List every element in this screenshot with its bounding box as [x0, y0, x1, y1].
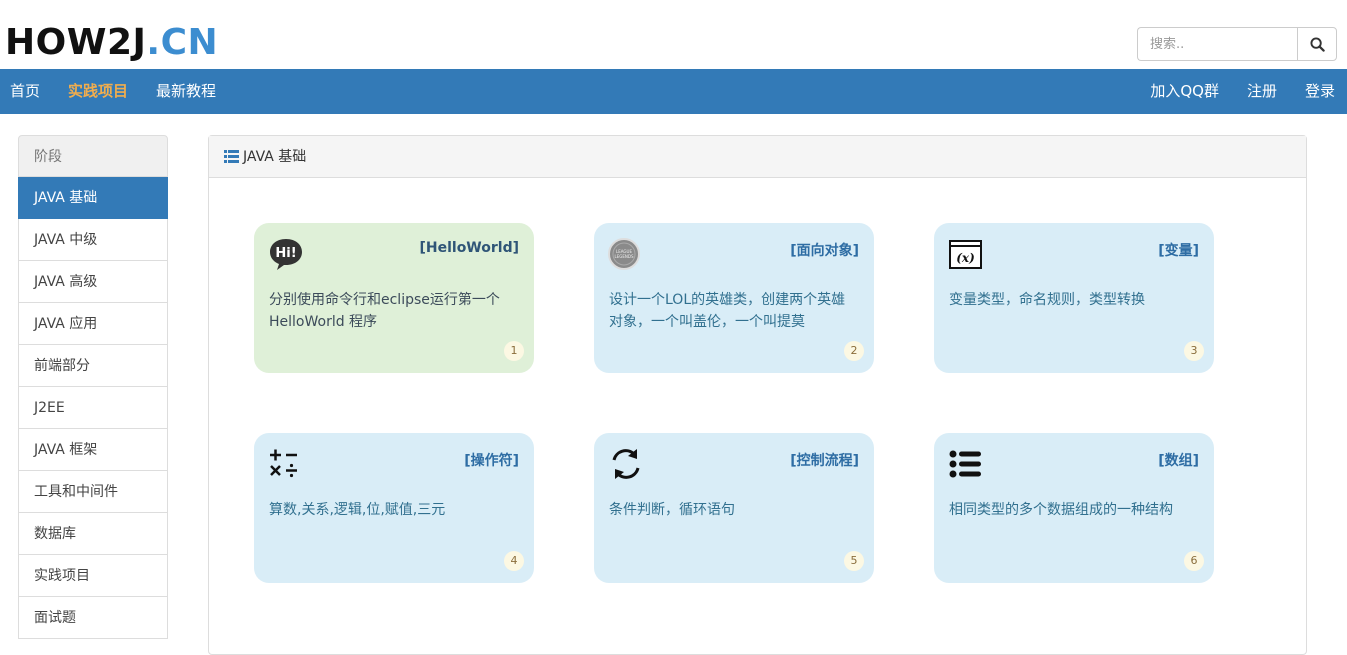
math-operators-icon — [270, 449, 297, 478]
card-description: 变量类型，命名规则，类型转换 — [949, 292, 1145, 308]
card-number-badge: 4 — [504, 551, 524, 571]
loop-arrows-icon — [612, 449, 640, 479]
svg-text:(x): (x) — [956, 251, 975, 265]
sidebar-item-java-advanced[interactable]: JAVA 高级 — [18, 261, 168, 303]
nav-latest-tutorials[interactable]: 最新教程 — [142, 69, 230, 114]
logo-text-domain: .CN — [146, 22, 219, 63]
card-number-badge: 2 — [844, 341, 864, 361]
sidebar-item-j2ee[interactable]: J2EE — [18, 387, 168, 429]
search-button[interactable] — [1297, 27, 1337, 61]
card-title: [控制流程] — [790, 453, 859, 469]
hi-speech-bubble-icon: Hi! — [270, 239, 302, 270]
course-card-oop[interactable]: LEAGUE LEGENDS [面向对象] 设计一个LOL的英雄类，创建两个英雄… — [594, 223, 874, 373]
top-navbar: 首页 实践项目 最新教程 加入QQ群 注册 登录 — [0, 69, 1347, 114]
card-title: [面向对象] — [790, 243, 859, 259]
panel-header: JAVA 基础 — [209, 136, 1306, 178]
sidebar-item-tools-middleware[interactable]: 工具和中间件 — [18, 471, 168, 513]
card-description: 算数,关系,逻辑,位,赋值,三元 — [269, 502, 446, 518]
nav-register[interactable]: 注册 — [1233, 69, 1291, 114]
site-logo[interactable]: HOW2J.CN — [5, 22, 218, 64]
card-title: [变量] — [1158, 243, 1199, 259]
sidebar-item-java-basic[interactable]: JAVA 基础 — [18, 177, 168, 219]
course-card-operators[interactable]: [操作符] 算数,关系,逻辑,位,赋值,三元 4 — [254, 433, 534, 583]
sidebar-item-java-intermediate[interactable]: JAVA 中级 — [18, 219, 168, 261]
nav-login[interactable]: 登录 — [1291, 69, 1347, 114]
site-header: HOW2J.CN — [0, 0, 1347, 69]
sidebar-item-frontend[interactable]: 前端部分 — [18, 345, 168, 387]
card-title: [操作符] — [464, 453, 519, 469]
course-card-helloworld[interactable]: Hi! [HelloWorld] 分别使用命令行和eclipse运行第一个Hel… — [254, 223, 534, 373]
svg-text:LEGENDS: LEGENDS — [615, 254, 634, 259]
sidebar-item-java-frameworks[interactable]: JAVA 框架 — [18, 429, 168, 471]
nav-practice-projects[interactable]: 实践项目 — [54, 69, 142, 114]
card-description: 条件判断，循环语句 — [609, 502, 735, 518]
nav-home[interactable]: 首页 — [0, 69, 54, 114]
course-card-control-flow[interactable]: [控制流程] 条件判断，循环语句 5 — [594, 433, 874, 583]
search-box — [1137, 27, 1337, 61]
search-icon — [1309, 36, 1325, 52]
course-card-arrays[interactable]: [数组] 相同类型的多个数据组成的一种结构 6 — [934, 433, 1214, 583]
logo-text-main: HOW2J — [5, 22, 147, 63]
card-description: 相同类型的多个数据组成的一种结构 — [949, 502, 1173, 518]
sidebar-item-java-application[interactable]: JAVA 应用 — [18, 303, 168, 345]
variable-x-window-icon: (x) — [949, 240, 982, 269]
card-description: 分别使用命令行和eclipse运行第一个HelloWorld 程序 — [269, 292, 500, 330]
card-number-badge: 1 — [504, 341, 524, 361]
stage-sidebar: 阶段 JAVA 基础 JAVA 中级 JAVA 高级 JAVA 应用 前端部分 … — [18, 135, 168, 639]
svg-text:Hi!: Hi! — [275, 246, 296, 261]
card-title: [数组] — [1158, 453, 1199, 469]
nav-right: 加入QQ群 注册 登录 — [1136, 69, 1347, 114]
card-number-badge: 5 — [844, 551, 864, 571]
sidebar-item-database[interactable]: 数据库 — [18, 513, 168, 555]
course-card-variables[interactable]: (x) [变量] 变量类型，命名规则，类型转换 3 — [934, 223, 1214, 373]
card-description: 设计一个LOL的英雄类，创建两个英雄对象，一个叫盖伦，一个叫提莫 — [609, 292, 846, 330]
sidebar-item-practice-projects[interactable]: 实践项目 — [18, 555, 168, 597]
list-icon — [949, 450, 981, 478]
list-icon — [224, 150, 239, 163]
card-number-badge: 3 — [1184, 341, 1204, 361]
card-title: [HelloWorld] — [419, 240, 519, 256]
nav-left: 首页 实践项目 最新教程 — [0, 69, 230, 114]
sidebar-header: 阶段 — [18, 135, 168, 177]
content-panel: JAVA 基础 Hi! [HelloWorld] 分别使用命令行和eclipse… — [208, 135, 1307, 655]
nav-join-qq-group[interactable]: 加入QQ群 — [1136, 69, 1233, 114]
search-input[interactable] — [1137, 27, 1297, 61]
card-number-badge: 6 — [1184, 551, 1204, 571]
panel-title: JAVA 基础 — [243, 148, 307, 165]
league-of-legends-logo-icon: LEAGUE LEGENDS — [608, 238, 640, 270]
sidebar-item-interview-questions[interactable]: 面试题 — [18, 597, 168, 639]
